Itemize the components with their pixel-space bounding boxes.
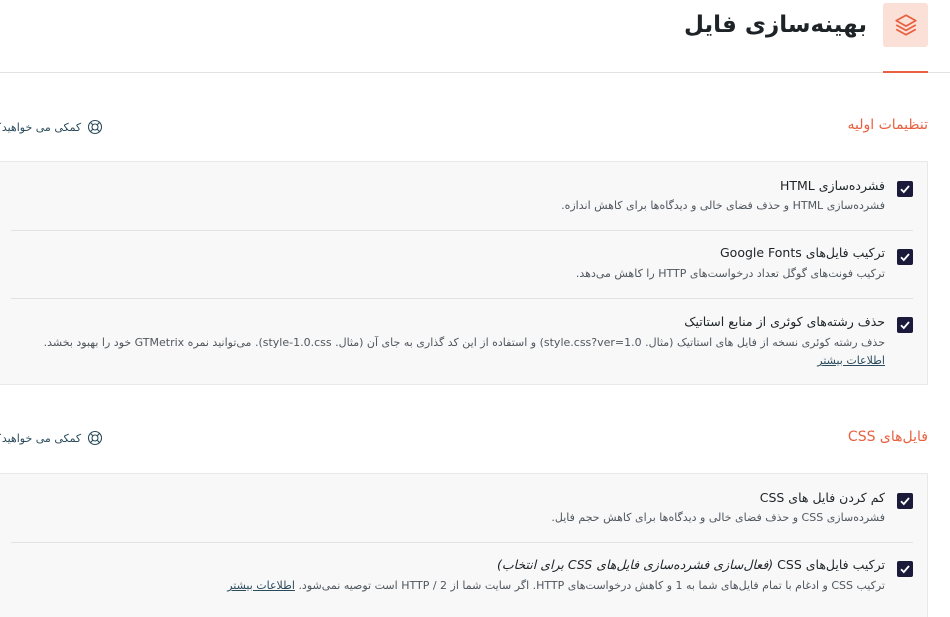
option-description: فشرده‌سازی HTML و حذف فضای خالی و دیدگاه…: [561, 199, 885, 212]
lifebuoy-icon: [87, 430, 103, 446]
option-google-fonts: ترکیب فایل‌های Google Fonts ترکیب فونت‌ه…: [11, 231, 913, 299]
checkbox-google-fonts[interactable]: [897, 249, 913, 265]
settings-card-basic: فشرده‌سازی HTML فشرده‌سازی HTML و حذف فض…: [0, 161, 928, 385]
option-description-text: ترکیب CSS و ادغام با تمام فایل‌های شما ب…: [298, 579, 885, 592]
help-link-basic[interactable]: کمکی می خواهید؟: [0, 119, 103, 135]
option-description: ترکیب CSS و ادغام با تمام فایل‌های شما ب…: [11, 577, 885, 595]
checkbox-css-combine[interactable]: [897, 561, 913, 577]
more-info-link[interactable]: اطلاعات بیشتر: [227, 579, 295, 592]
checkbox-html-minify[interactable]: [897, 181, 913, 197]
page-title: بهینه‌سازی فایل: [684, 12, 867, 38]
checkbox-css-minify[interactable]: [897, 493, 913, 509]
option-query-strings: حذف رشته‌های کوئری از منابع استاتیک حذف …: [11, 299, 913, 384]
section-title-basic: تنظیمات اولیه: [847, 117, 928, 133]
option-description: حذف رشته کوئری نسخه از فایل های استاتیک …: [11, 334, 885, 370]
help-link-label: کمکی می خواهید؟: [0, 431, 82, 445]
check-icon: [900, 253, 910, 262]
check-icon: [900, 497, 910, 506]
settings-card-css: کم کردن فایل های CSS فشرده‌سازی CSS و حذ…: [0, 473, 928, 617]
option-title: کم کردن فایل های CSS: [759, 490, 885, 505]
check-icon: [900, 321, 910, 330]
help-link-label: کمکی می خواهید؟: [0, 120, 82, 134]
check-icon: [900, 185, 910, 194]
option-css-minify: کم کردن فایل های CSS فشرده‌سازی CSS و حذ…: [11, 474, 913, 543]
option-title-note: (فعال‌سازی فشرده‌سازی فایل‌های CSS برای …: [497, 557, 774, 572]
option-title: حذف رشته‌های کوئری از منابع استاتیک: [684, 314, 885, 329]
option-description: ترکیب فونت‌های گوگل تعداد درخواست‌های HT…: [575, 267, 885, 280]
header-active-underline: [883, 71, 928, 73]
page-header: بهینه‌سازی فایل: [0, 0, 950, 73]
more-info-link[interactable]: اطلاعات بیشتر: [817, 354, 885, 367]
section-title-css: فایل‌های CSS: [847, 429, 928, 445]
option-title-text: ترکیب فایل‌های CSS: [777, 557, 885, 572]
option-title: فشرده‌سازی HTML: [779, 178, 885, 193]
layers-icon: [883, 3, 928, 47]
help-link-css[interactable]: کمکی می خواهید؟: [0, 430, 103, 446]
checkbox-query-strings[interactable]: [897, 317, 913, 333]
option-html-minify: فشرده‌سازی HTML فشرده‌سازی HTML و حذف فض…: [11, 162, 913, 231]
lifebuoy-icon: [87, 119, 103, 135]
option-css-combine: ترکیب فایل‌های CSS (فعال‌سازی فشرده‌سازی…: [11, 543, 913, 617]
section-header-css: فایل‌های CSS کمکی می خواهید؟: [0, 429, 928, 453]
option-description-text: حذف رشته کوئری نسخه از فایل های استاتیک …: [43, 336, 885, 349]
section-header-basic: تنظیمات اولیه کمکی می خواهید؟: [0, 117, 928, 141]
check-icon: [900, 565, 910, 574]
option-title: ترکیب فایل‌های Google Fonts: [719, 245, 885, 260]
option-title: ترکیب فایل‌های CSS (فعال‌سازی فشرده‌سازی…: [497, 557, 885, 572]
option-description: فشرده‌سازی CSS و حذف فضای خالی و دیدگاه‌…: [551, 511, 885, 524]
